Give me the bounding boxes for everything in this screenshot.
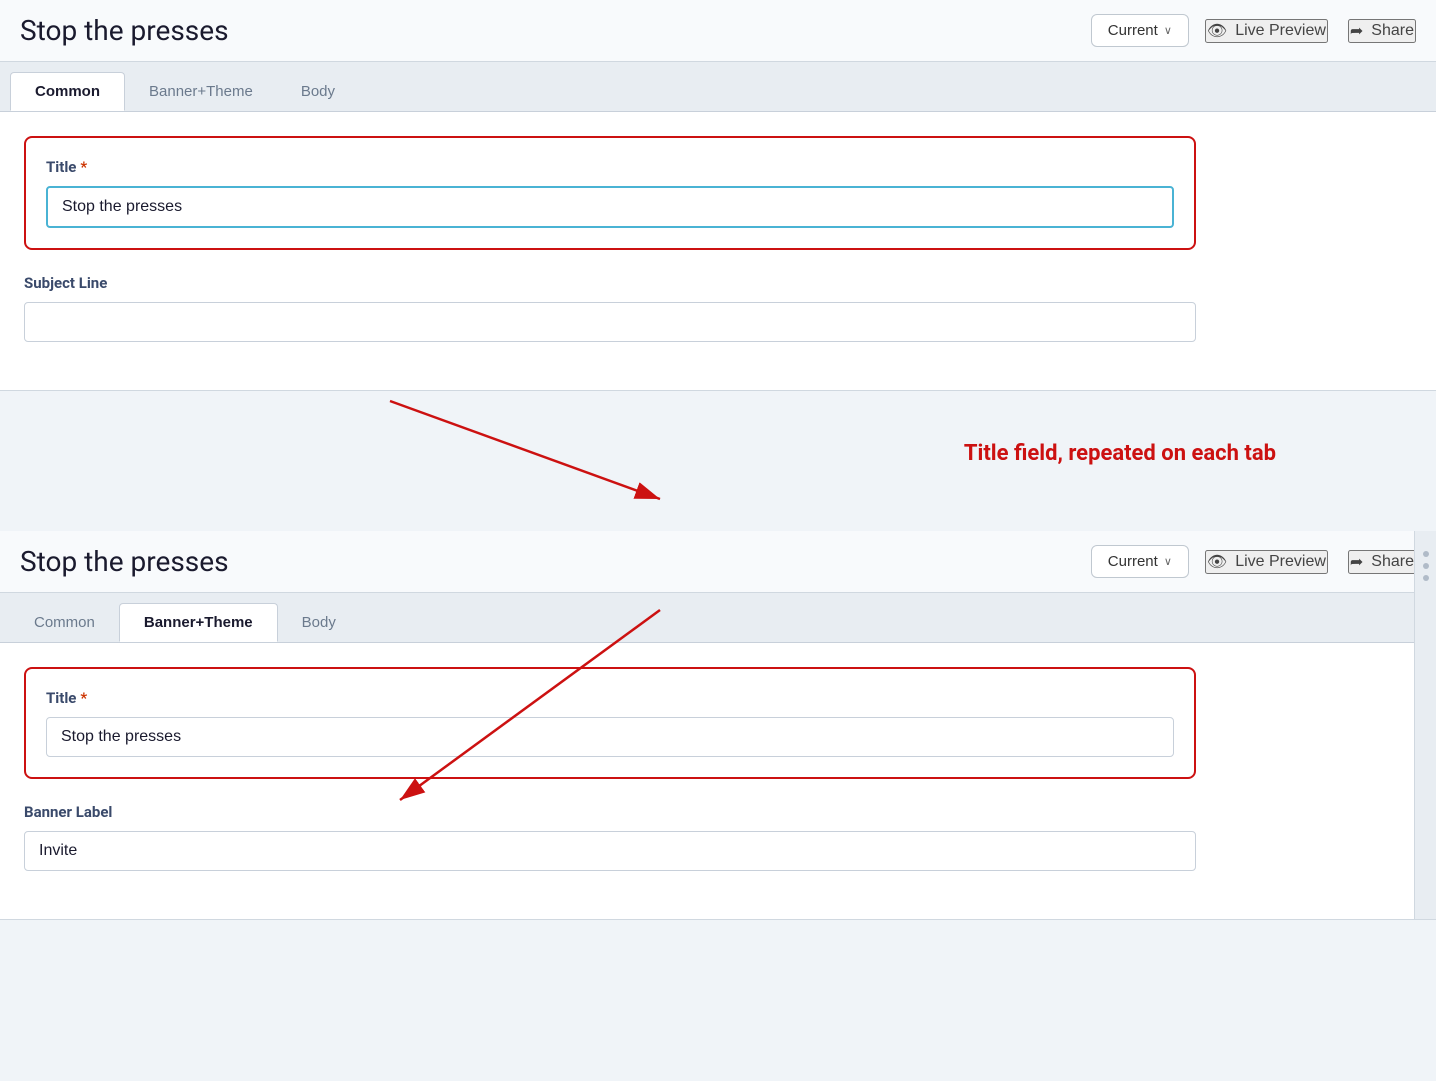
eye-icon: 👁: [1207, 21, 1227, 41]
subject-line-input-1[interactable]: [24, 302, 1196, 342]
banner-label-input-2[interactable]: [24, 831, 1196, 871]
header-actions: 👁 Live Preview ➦ Share: [1205, 19, 1416, 43]
panel-1-title: Stop the presses: [20, 14, 1075, 47]
live-preview-label-2: Live Preview: [1235, 553, 1326, 571]
panel-2-tabs: Common Banner+Theme Body: [0, 593, 1436, 643]
share-arrow-icon: ➦: [1350, 21, 1363, 41]
panel-1: Stop the presses Current ∨ 👁 Live Previe…: [0, 0, 1436, 391]
tab-common-2[interactable]: Common: [10, 603, 119, 642]
share-button[interactable]: ➦ Share: [1348, 19, 1416, 43]
tab-banner-theme-2[interactable]: Banner+Theme: [119, 603, 278, 642]
panel-2-title: Stop the presses: [20, 545, 1075, 578]
panel-1-content: Title * Subject Line: [0, 112, 1220, 390]
current-label-2: Current: [1108, 553, 1158, 570]
panel-2-header: Stop the presses Current ∨ 👁 Live Previe…: [0, 531, 1436, 593]
tab-body-2[interactable]: Body: [278, 603, 360, 642]
required-star-2: *: [80, 689, 87, 707]
side-dot-1: [1423, 551, 1429, 557]
panel-2: Stop the presses Current ∨ 👁 Live Previe…: [0, 531, 1436, 920]
banner-label-section-2: Banner Label: [24, 803, 1196, 871]
title-label-2: Title *: [46, 689, 1174, 707]
required-star-1: *: [80, 158, 87, 176]
title-section-highlight-1: Title *: [24, 136, 1196, 250]
subject-line-label-1: Subject Line: [24, 274, 1196, 292]
live-preview-label: Live Preview: [1235, 22, 1326, 40]
panel-1-header: Stop the presses Current ∨ 👁 Live Previe…: [0, 0, 1436, 62]
panel-2-content: Title * Banner Label: [0, 643, 1220, 919]
header-actions-2: 👁 Live Preview ➦ Share: [1205, 550, 1416, 574]
current-label: Current: [1108, 22, 1158, 39]
panel-1-tabs: Common Banner+Theme Body: [0, 62, 1436, 112]
tab-common-1[interactable]: Common: [10, 72, 125, 111]
share-label-2: Share: [1371, 553, 1414, 571]
subject-line-section-1: Subject Line: [24, 274, 1196, 342]
side-indicator: [1414, 531, 1436, 919]
title-section-highlight-2: Title *: [24, 667, 1196, 779]
live-preview-button[interactable]: 👁 Live Preview: [1205, 19, 1328, 43]
title-input-1[interactable]: [46, 186, 1174, 228]
current-dropdown-button-2[interactable]: Current ∨: [1091, 545, 1189, 578]
title-input-2[interactable]: [46, 717, 1174, 757]
chevron-down-icon: ∨: [1164, 24, 1172, 37]
live-preview-button-2[interactable]: 👁 Live Preview: [1205, 550, 1328, 574]
tab-banner-theme-1[interactable]: Banner+Theme: [125, 72, 277, 111]
annotation-text: Title field, repeated on each tab: [964, 441, 1276, 466]
share-arrow-icon-2: ➦: [1350, 552, 1363, 572]
annotation-section: Title field, repeated on each tab: [0, 391, 1436, 531]
banner-label-label-2: Banner Label: [24, 803, 1196, 821]
side-dot-2: [1423, 563, 1429, 569]
chevron-down-icon-2: ∨: [1164, 555, 1172, 568]
eye-icon-2: 👁: [1207, 552, 1227, 572]
title-label-1: Title *: [46, 158, 1174, 176]
tab-body-1[interactable]: Body: [277, 72, 359, 111]
current-dropdown-button[interactable]: Current ∨: [1091, 14, 1189, 47]
side-dot-3: [1423, 575, 1429, 581]
share-button-2[interactable]: ➦ Share: [1348, 550, 1416, 574]
share-label: Share: [1371, 22, 1414, 40]
